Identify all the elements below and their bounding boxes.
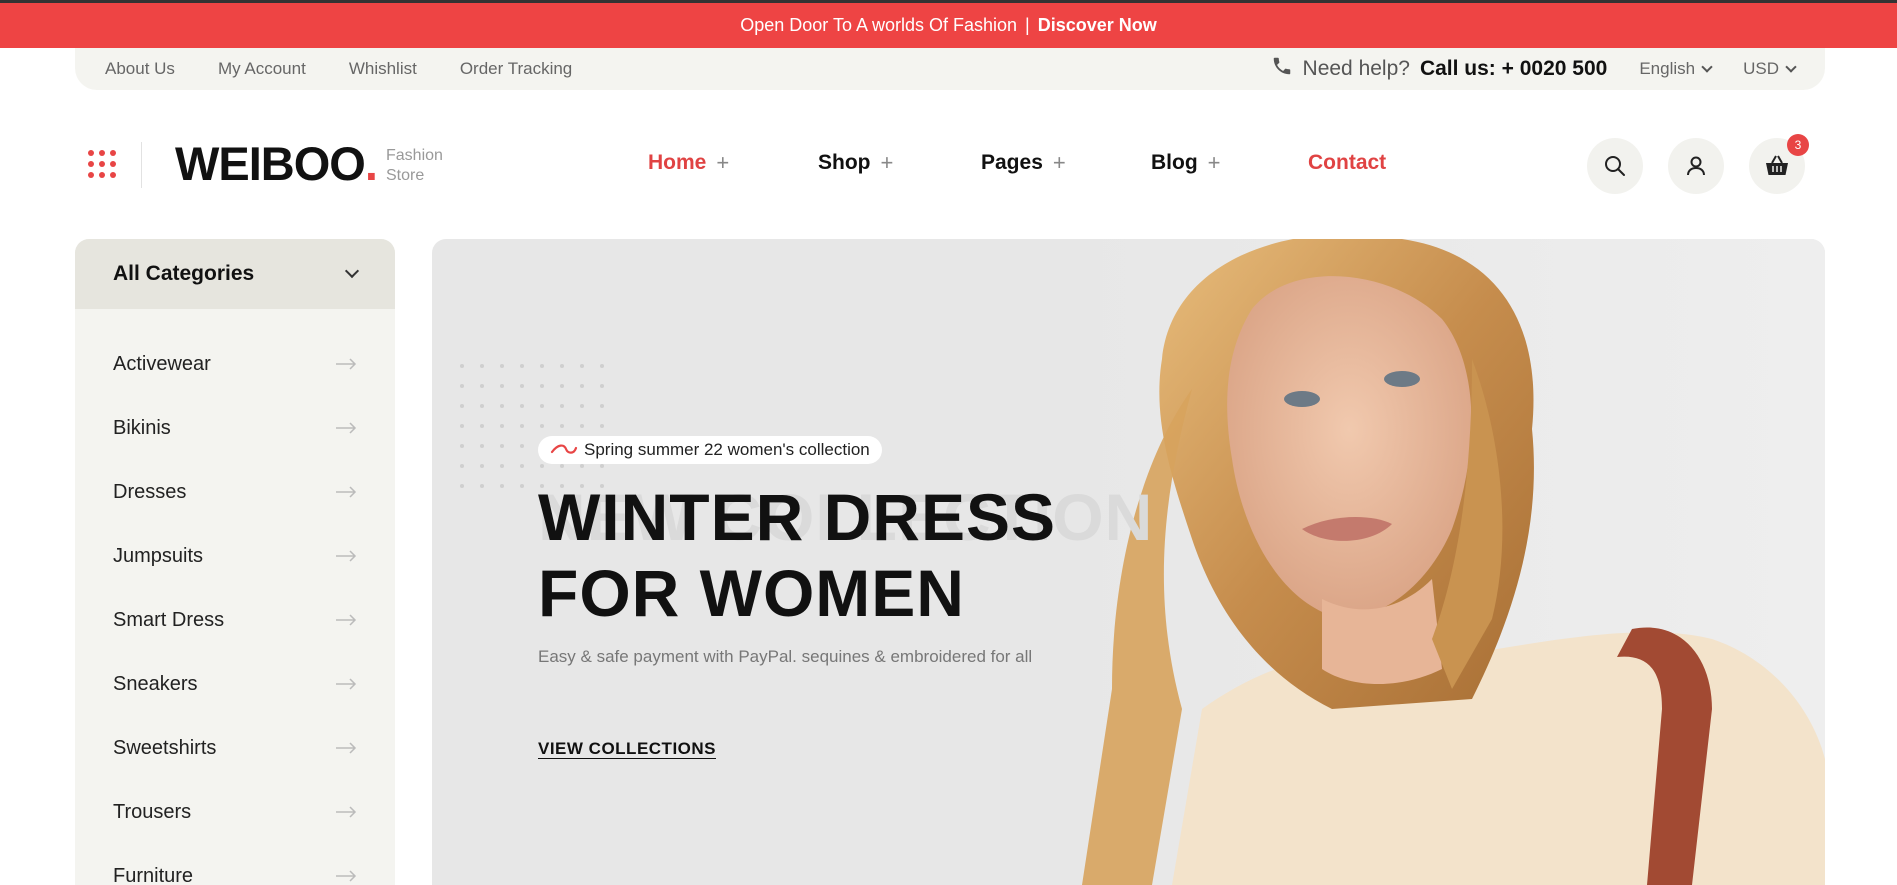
order-tracking-link[interactable]: Order Tracking [460,59,572,79]
menu-grid-icon[interactable] [88,150,116,178]
chevron-down-icon [1785,61,1797,73]
logo-tagline: Fashion Store [386,147,443,184]
arrow-right-icon [336,422,357,434]
promo-separator: | [1025,15,1030,35]
main-header: WEIBOO. Fashion Store Home + Shop + Pages +… [0,120,1897,210]
search-button[interactable] [1587,138,1643,194]
discover-now-link[interactable]: Discover Now [1038,15,1157,36]
all-categories-toggle[interactable]: All Categories [75,239,395,309]
utility-bar: About Us My Account Whishlist Order Trac… [75,48,1825,90]
cart-count-badge: 3 [1787,134,1809,156]
language-value: English [1639,59,1696,78]
category-item[interactable]: Sweetshirts [75,716,395,780]
arrow-right-icon [336,742,357,754]
arrow-right-icon [336,806,357,818]
logo[interactable]: WEIBOO. [175,136,378,191]
category-item[interactable]: Furniture [75,844,395,885]
arrow-right-icon [336,358,357,370]
category-item[interactable]: Activewear [75,332,395,396]
category-item[interactable]: Bikinis [75,396,395,460]
my-account-link[interactable]: My Account [218,59,306,79]
category-item[interactable]: Trousers [75,780,395,844]
hero-title: WINTER DRESS FOR WOMEN [538,480,1057,630]
arrow-right-icon [336,486,357,498]
help-contact: Need help? Call us: + 0020 500 [1271,55,1607,83]
search-icon [1605,156,1625,176]
plus-icon: + [880,150,894,175]
collection-pill: Spring summer 22 women's collection [538,436,882,464]
user-icon [1687,156,1705,176]
view-collections-link[interactable]: VIEW COLLECTIONS [538,739,716,759]
account-button[interactable] [1668,138,1724,194]
promo-bar: Open Door To A worlds Of Fashion | Disco… [0,0,1897,48]
arrow-right-icon [336,550,357,562]
plus-icon: + [716,150,730,175]
nav-blog[interactable]: Blog + [1151,150,1308,176]
plus-icon: + [1207,150,1221,175]
currency-select[interactable]: USD [1743,59,1797,79]
promo-text: Open Door To A worlds Of Fashion [740,15,1018,35]
utility-right: Need help? Call us: + 0020 500 English U… [1271,55,1797,83]
divider [141,142,142,188]
main-nav: Home + Shop + Pages + Blog + Contact [648,150,1386,176]
help-prefix: Need help? [1302,57,1410,80]
wishlist-link[interactable]: Whishlist [349,59,417,79]
cart-button[interactable]: 3 [1749,134,1809,194]
help-phone[interactable]: Call us: + 0020 500 [1420,57,1607,81]
currency-value: USD [1743,59,1779,78]
category-item[interactable]: Sneakers [75,652,395,716]
hero-subtitle: Easy & safe payment with PayPal. sequine… [538,647,1033,666]
hero-banner: Spring summer 22 women's collection NEW … [432,239,1825,885]
phone-icon [1271,55,1293,83]
arrow-right-icon [336,614,357,626]
decorative-dots [460,364,604,488]
wave-icon [550,444,578,454]
category-item[interactable]: Jumpsuits [75,524,395,588]
utility-links: About Us My Account Whishlist Order Trac… [105,59,572,79]
hero-model-image [1072,239,1825,885]
chevron-down-icon [344,263,360,279]
arrow-right-icon [336,870,357,882]
about-us-link[interactable]: About Us [105,59,175,79]
arrow-right-icon [336,678,357,690]
categories-title: All Categories [113,262,255,285]
nav-pages[interactable]: Pages + [981,150,1151,176]
categories-sidebar: All Categories Activewear Bikinis Dresse… [75,239,395,885]
pill-text: Spring summer 22 women's collection [584,440,870,459]
basket-icon [1766,155,1788,175]
category-item[interactable]: Smart Dress [75,588,395,652]
nav-home[interactable]: Home + [648,150,818,176]
nav-shop[interactable]: Shop + [818,150,981,176]
language-select[interactable]: English [1639,59,1713,79]
category-item[interactable]: Dresses [75,460,395,524]
category-list: Activewear Bikinis Dresses Jumpsuits Sma… [75,309,395,885]
chevron-down-icon [1701,61,1713,73]
plus-icon: + [1052,150,1066,175]
nav-contact[interactable]: Contact [1308,150,1386,176]
